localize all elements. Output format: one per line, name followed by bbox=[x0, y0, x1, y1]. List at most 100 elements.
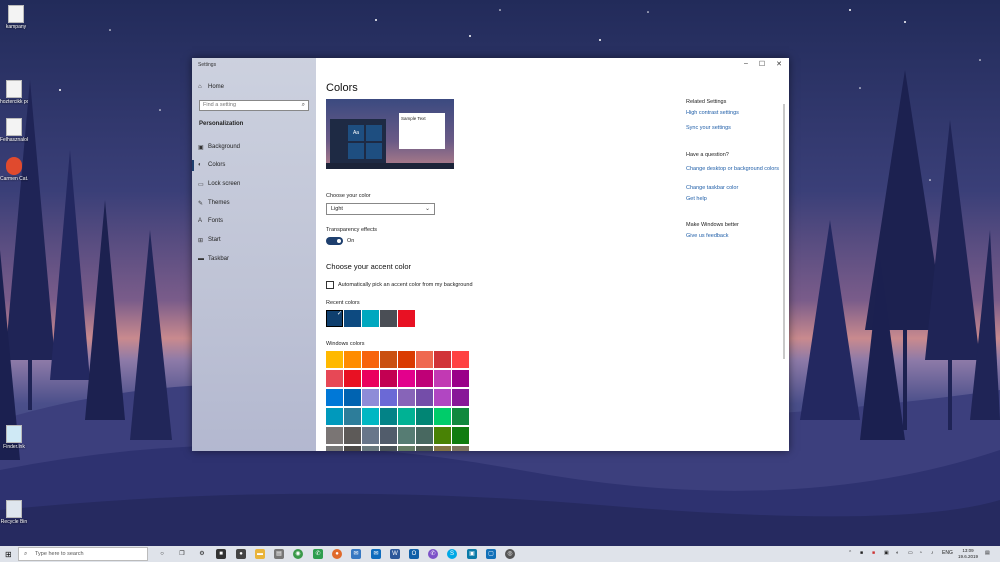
skype-icon[interactable]: S bbox=[447, 549, 457, 559]
tray-icon[interactable]: ■ bbox=[860, 550, 863, 556]
color-swatch[interactable] bbox=[380, 408, 397, 425]
taskbar-search[interactable]: ⌕ Type here to search bbox=[18, 547, 148, 561]
color-swatch[interactable] bbox=[362, 389, 379, 406]
auto-accent-checkbox[interactable] bbox=[326, 281, 334, 289]
color-swatch[interactable] bbox=[344, 389, 361, 406]
change-taskbar-color-link[interactable]: Change taskbar color bbox=[686, 185, 781, 192]
viber-icon[interactable]: ✆ bbox=[428, 549, 438, 559]
volume-icon[interactable]: ♪ bbox=[931, 550, 934, 556]
color-swatch[interactable] bbox=[362, 446, 379, 451]
language-indicator[interactable]: ENG bbox=[942, 550, 953, 556]
sidebar-item-colors[interactable]: ◐ Colors bbox=[198, 159, 225, 171]
cortana-icon[interactable]: ○ bbox=[157, 549, 167, 559]
color-swatch[interactable] bbox=[326, 408, 343, 425]
color-swatch[interactable] bbox=[344, 446, 361, 451]
sidebar-item-lock-screen[interactable]: ▭ Lock screen bbox=[198, 178, 240, 190]
files-icon[interactable]: ▤ bbox=[274, 549, 284, 559]
photos-icon[interactable]: ▣ bbox=[467, 549, 477, 559]
outlook-icon[interactable]: O bbox=[409, 549, 419, 559]
color-swatch[interactable] bbox=[344, 427, 361, 444]
high-contrast-link[interactable]: High contrast settings bbox=[686, 110, 781, 117]
color-swatch[interactable] bbox=[326, 446, 343, 451]
color-swatch[interactable] bbox=[326, 389, 343, 406]
sidebar-item-taskbar[interactable]: ▬ Taskbar bbox=[198, 253, 229, 265]
desktop-icon[interactable]: Finder.lnk bbox=[0, 425, 28, 450]
tray-icon[interactable]: ◐ bbox=[896, 550, 899, 556]
color-swatch[interactable] bbox=[452, 408, 469, 425]
sidebar-item-start[interactable]: ⊞ Start bbox=[198, 234, 221, 246]
color-swatch[interactable] bbox=[416, 446, 433, 451]
color-swatch[interactable] bbox=[344, 370, 361, 387]
search-input[interactable]: Find a setting ⌕ bbox=[199, 100, 309, 111]
color-swatch[interactable] bbox=[326, 370, 343, 387]
color-swatch[interactable] bbox=[380, 389, 397, 406]
color-swatch[interactable] bbox=[452, 389, 469, 406]
sidebar-item-home[interactable]: ⌂ Home bbox=[198, 81, 224, 93]
desktop-icon[interactable]: Felhasznalok april 29... bbox=[0, 118, 28, 143]
color-swatch[interactable] bbox=[434, 408, 451, 425]
color-swatch[interactable] bbox=[398, 370, 415, 387]
transparency-toggle[interactable] bbox=[326, 237, 343, 245]
media-icon[interactable]: ◎ bbox=[505, 549, 515, 559]
color-swatch[interactable] bbox=[416, 408, 433, 425]
color-swatch[interactable] bbox=[434, 427, 451, 444]
color-swatch[interactable] bbox=[380, 427, 397, 444]
color-swatch[interactable] bbox=[344, 310, 361, 327]
feedback-link[interactable]: Give us feedback bbox=[686, 233, 781, 240]
color-swatch[interactable] bbox=[416, 427, 433, 444]
sidebar-item-background[interactable]: ▣ Background bbox=[198, 141, 240, 153]
window-icon[interactable]: ▢ bbox=[486, 549, 496, 559]
color-swatch[interactable] bbox=[344, 408, 361, 425]
color-mode-dropdown[interactable]: Light ⌄ bbox=[326, 203, 435, 215]
color-swatch[interactable] bbox=[362, 427, 379, 444]
color-swatch[interactable] bbox=[434, 446, 451, 451]
color-swatch[interactable] bbox=[398, 446, 415, 451]
start-button[interactable]: ⊞ bbox=[5, 550, 12, 559]
color-swatch[interactable] bbox=[380, 446, 397, 451]
color-swatch[interactable] bbox=[416, 370, 433, 387]
color-swatch[interactable] bbox=[380, 370, 397, 387]
get-help-link[interactable]: Get help bbox=[686, 196, 781, 203]
word-icon[interactable]: W bbox=[390, 549, 400, 559]
color-swatch[interactable] bbox=[380, 351, 397, 368]
color-swatch[interactable] bbox=[362, 408, 379, 425]
settings-app-icon[interactable]: ⚙ bbox=[197, 549, 207, 559]
color-swatch[interactable] bbox=[326, 351, 343, 368]
battery-icon[interactable]: ▭ bbox=[908, 550, 913, 556]
sidebar-item-themes[interactable]: ✎ Themes bbox=[198, 197, 230, 209]
color-swatch[interactable] bbox=[398, 351, 415, 368]
tray-icon[interactable]: ■ bbox=[872, 550, 875, 556]
desktop-icon[interactable]: kampany bbox=[2, 5, 30, 30]
file-explorer-icon[interactable]: ▬ bbox=[255, 549, 265, 559]
color-swatch[interactable] bbox=[344, 351, 361, 368]
change-background-colors-link[interactable]: Change desktop or background colors bbox=[686, 166, 781, 173]
firefox-icon[interactable]: ● bbox=[332, 549, 342, 559]
color-swatch[interactable] bbox=[452, 351, 469, 368]
tray-icon[interactable]: ▣ bbox=[884, 550, 889, 556]
desktop-icon[interactable]: Carmen Cat.. macro ExW... bbox=[0, 157, 28, 182]
color-swatch[interactable] bbox=[362, 310, 379, 327]
color-swatch[interactable] bbox=[452, 427, 469, 444]
app-icon[interactable]: ✉ bbox=[351, 549, 361, 559]
desktop-icon[interactable]: Recycle Bin bbox=[0, 500, 28, 525]
show-hidden-icons[interactable]: ⌃ bbox=[848, 550, 852, 556]
color-swatch[interactable] bbox=[380, 310, 397, 327]
color-swatch[interactable] bbox=[416, 389, 433, 406]
sidebar-item-fonts[interactable]: A Fonts bbox=[198, 215, 223, 227]
color-swatch[interactable] bbox=[362, 351, 379, 368]
desktop-icon[interactable]: hoztercikk polices.ci... bbox=[0, 80, 28, 105]
color-swatch[interactable] bbox=[398, 389, 415, 406]
chat-icon[interactable]: ✆ bbox=[313, 549, 323, 559]
color-swatch[interactable] bbox=[398, 310, 415, 327]
color-swatch[interactable] bbox=[398, 427, 415, 444]
color-swatch[interactable]: ✓ bbox=[326, 310, 343, 327]
chrome-icon[interactable]: ◉ bbox=[293, 549, 303, 559]
store-icon[interactable]: ■ bbox=[216, 549, 226, 559]
network-icon[interactable]: ◔ bbox=[919, 550, 922, 556]
camera-icon[interactable]: ● bbox=[236, 549, 246, 559]
color-swatch[interactable] bbox=[434, 370, 451, 387]
color-swatch[interactable] bbox=[434, 351, 451, 368]
color-swatch[interactable] bbox=[452, 446, 469, 451]
color-swatch[interactable] bbox=[398, 408, 415, 425]
color-swatch[interactable] bbox=[416, 351, 433, 368]
